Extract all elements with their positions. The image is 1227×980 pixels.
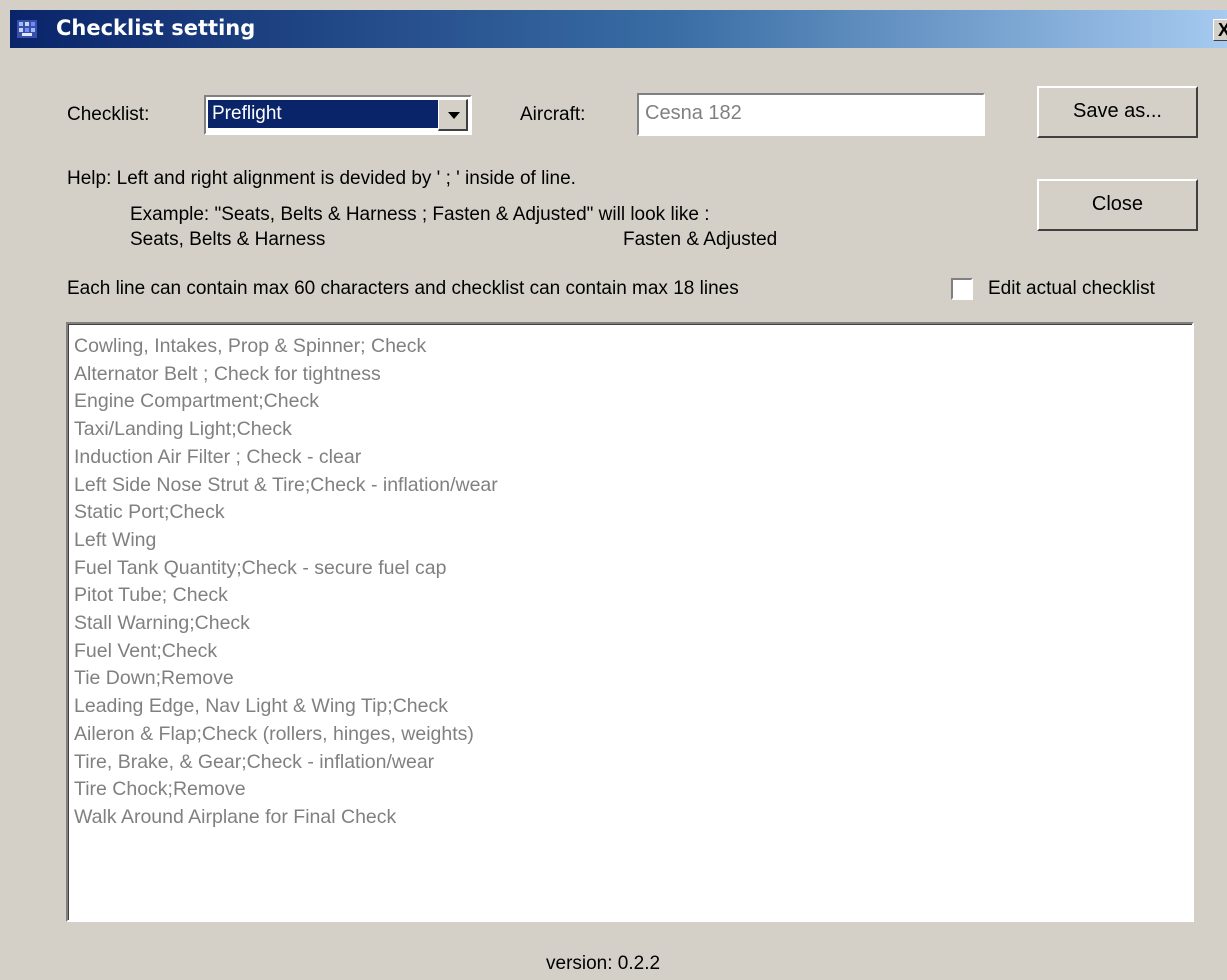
checklist-line: Engine Compartment;Check xyxy=(74,390,319,413)
help-example: Example: "Seats, Belts & Harness ; Faste… xyxy=(130,204,710,225)
checklist-line: Static Port;Check xyxy=(74,501,225,524)
checklist-editor[interactable]: Cowling, Intakes, Prop & Spinner; Check … xyxy=(66,322,1194,922)
window-close-button[interactable]: X xyxy=(1213,19,1227,41)
checklist-line: Stall Warning;Check xyxy=(74,612,250,635)
checklist-line: Left Wing xyxy=(74,528,157,551)
checklist-label: Checklist: xyxy=(67,104,150,125)
edit-actual-checklist-label[interactable]: Edit actual checklist xyxy=(988,278,1155,300)
help-example-right: Fasten & Adjusted xyxy=(623,229,778,250)
checklist-line: Fuel Tank Quantity;Check - secure fuel c… xyxy=(74,556,447,579)
help-example-left: Seats, Belts & Harness xyxy=(130,229,326,250)
checklist-line: Tire, Brake, & Gear;Check - inflation/we… xyxy=(74,750,435,773)
help-text: Help: Left and right alignment is devide… xyxy=(67,168,576,189)
checklist-line: Alternator Belt ; Check for tightness xyxy=(74,362,381,385)
checklist-line: Tie Down;Remove xyxy=(74,667,234,690)
chevron-down-icon xyxy=(448,112,460,119)
checklist-line: Induction Air Filter ; Check - clear xyxy=(74,445,362,468)
edit-actual-checklist-checkbox[interactable] xyxy=(951,278,973,300)
checklist-line: Taxi/Landing Light;Check xyxy=(74,418,292,441)
checklist-line: Cowling, Intakes, Prop & Spinner; Check xyxy=(74,335,427,357)
checklist-line: Fuel Vent;Check xyxy=(74,639,218,662)
aircraft-input[interactable]: Cesna 182 xyxy=(637,93,985,136)
version-text: version: 0.2.2 xyxy=(546,953,661,974)
checklist-line: Aileron & Flap;Check (rollers, hinges, w… xyxy=(74,722,474,745)
checklist-line: Walk Around Airplane for Final Check xyxy=(74,805,397,828)
checklist-line: Leading Edge, Nav Light & Wing Tip;Check xyxy=(74,695,448,718)
title-bar[interactable]: Checklist setting X xyxy=(10,10,1227,48)
window-title: Checklist setting xyxy=(56,16,256,40)
checklist-line: Tire Chock;Remove xyxy=(74,778,246,801)
checklist-line: Pitot Tube; Check xyxy=(74,584,228,607)
app-icon xyxy=(17,20,37,38)
limits-text: Each line can contain max 60 characters … xyxy=(67,278,739,299)
close-button[interactable]: Close xyxy=(1037,179,1198,231)
aircraft-label: Aircraft: xyxy=(520,104,586,125)
checklist-line: Left Side Nose Strut & Tire;Check - infl… xyxy=(74,473,498,496)
checklist-select[interactable]: Preflight xyxy=(204,95,472,135)
checklist-selected-value[interactable]: Preflight xyxy=(208,100,438,128)
dropdown-arrow-button[interactable] xyxy=(438,99,468,131)
save-as-button[interactable]: Save as... xyxy=(1037,86,1198,138)
